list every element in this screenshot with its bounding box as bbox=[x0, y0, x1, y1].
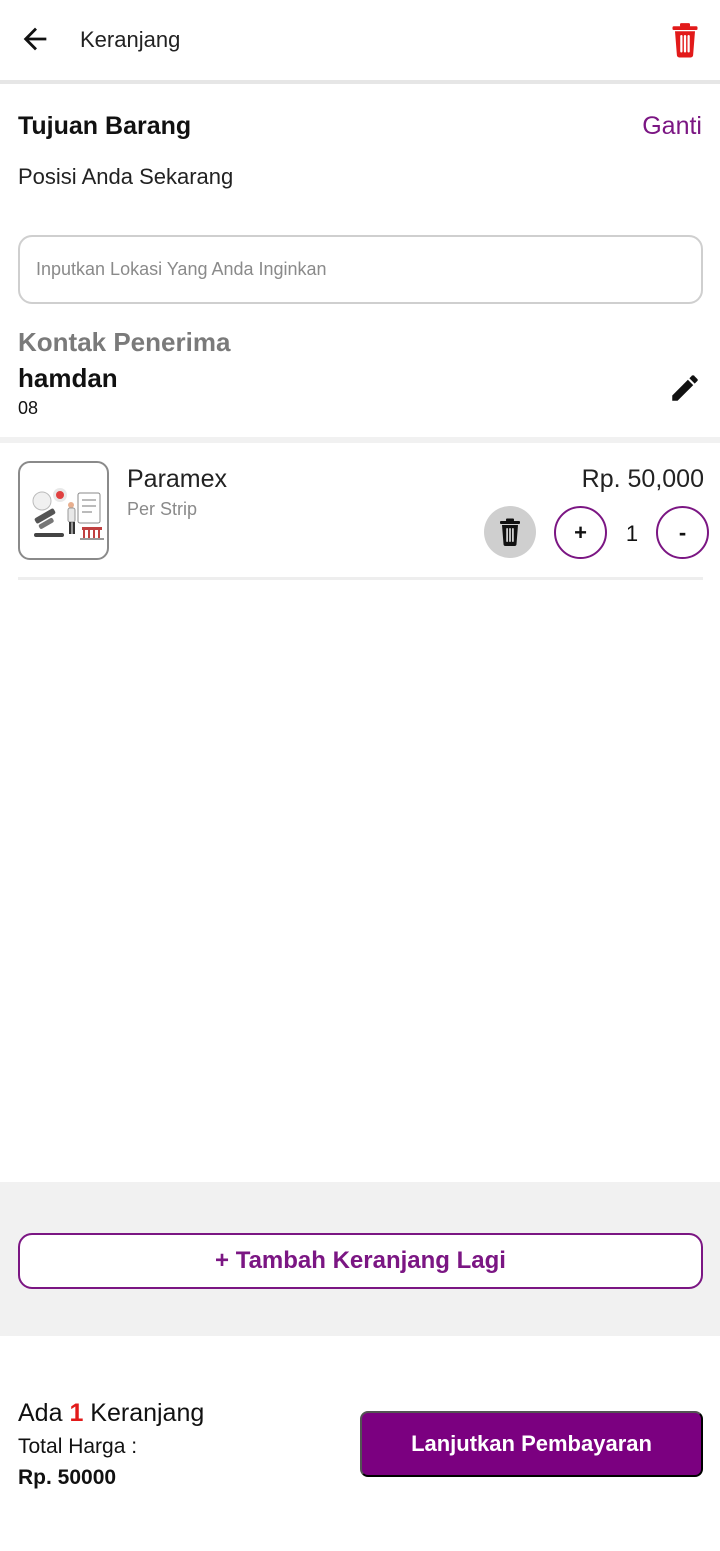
add-more-section: + Tambah Keranjang Lagi bbox=[0, 1182, 720, 1336]
product-price: Rp. 50,000 bbox=[581, 465, 704, 493]
decrease-quantity-button[interactable]: - bbox=[656, 506, 709, 559]
cart-count-text: Ada 1 Keranjang bbox=[18, 1399, 204, 1428]
total-price-value: Rp. 50000 bbox=[18, 1466, 117, 1489]
destination-title: Tujuan Barang bbox=[18, 112, 192, 140]
page-title: Keranjang bbox=[80, 27, 181, 52]
cart-count-suffix: Keranjang bbox=[83, 1399, 205, 1427]
quantity-value: 1 bbox=[625, 521, 639, 546]
continue-payment-button[interactable]: Lanjutkan Pembayaran bbox=[360, 1411, 703, 1477]
recipient-name: hamdan bbox=[18, 363, 118, 393]
checkout-footer: Ada 1 Keranjang Total Harga : Rp. 50000 … bbox=[0, 1336, 720, 1551]
current-position-text: Posisi Anda Sekarang bbox=[18, 164, 234, 189]
recipient-contact-label: Kontak Penerima bbox=[18, 327, 231, 357]
clear-cart-trash-icon[interactable] bbox=[670, 22, 700, 58]
increase-quantity-button[interactable]: + bbox=[554, 506, 607, 559]
cart-count-value: 1 bbox=[69, 1399, 84, 1427]
product-unit: Per Strip bbox=[127, 499, 198, 519]
location-input[interactable] bbox=[18, 235, 703, 304]
back-arrow-icon[interactable] bbox=[18, 22, 52, 56]
product-image bbox=[18, 461, 109, 560]
recipient-phone: 08 bbox=[18, 398, 39, 418]
app-bar: Keranjang bbox=[0, 0, 720, 84]
add-more-cart-button[interactable]: + Tambah Keranjang Lagi bbox=[18, 1233, 703, 1289]
product-name: Paramex bbox=[127, 465, 228, 493]
trash-icon bbox=[500, 518, 520, 546]
remove-item-button[interactable] bbox=[484, 506, 536, 558]
cart-count-prefix: Ada bbox=[18, 1399, 70, 1427]
change-destination-link[interactable]: Ganti bbox=[642, 112, 702, 141]
edit-contact-pencil-icon[interactable] bbox=[668, 371, 702, 405]
total-price-label: Total Harga : bbox=[18, 1435, 138, 1458]
destination-section: Tujuan Barang Ganti Posisi Anda Sekarang… bbox=[0, 88, 720, 438]
item-divider bbox=[18, 577, 703, 580]
cart-item: Paramex Per Strip Rp. 50,000 + 1 - bbox=[0, 443, 720, 581]
product-illustration-icon bbox=[32, 488, 104, 540]
